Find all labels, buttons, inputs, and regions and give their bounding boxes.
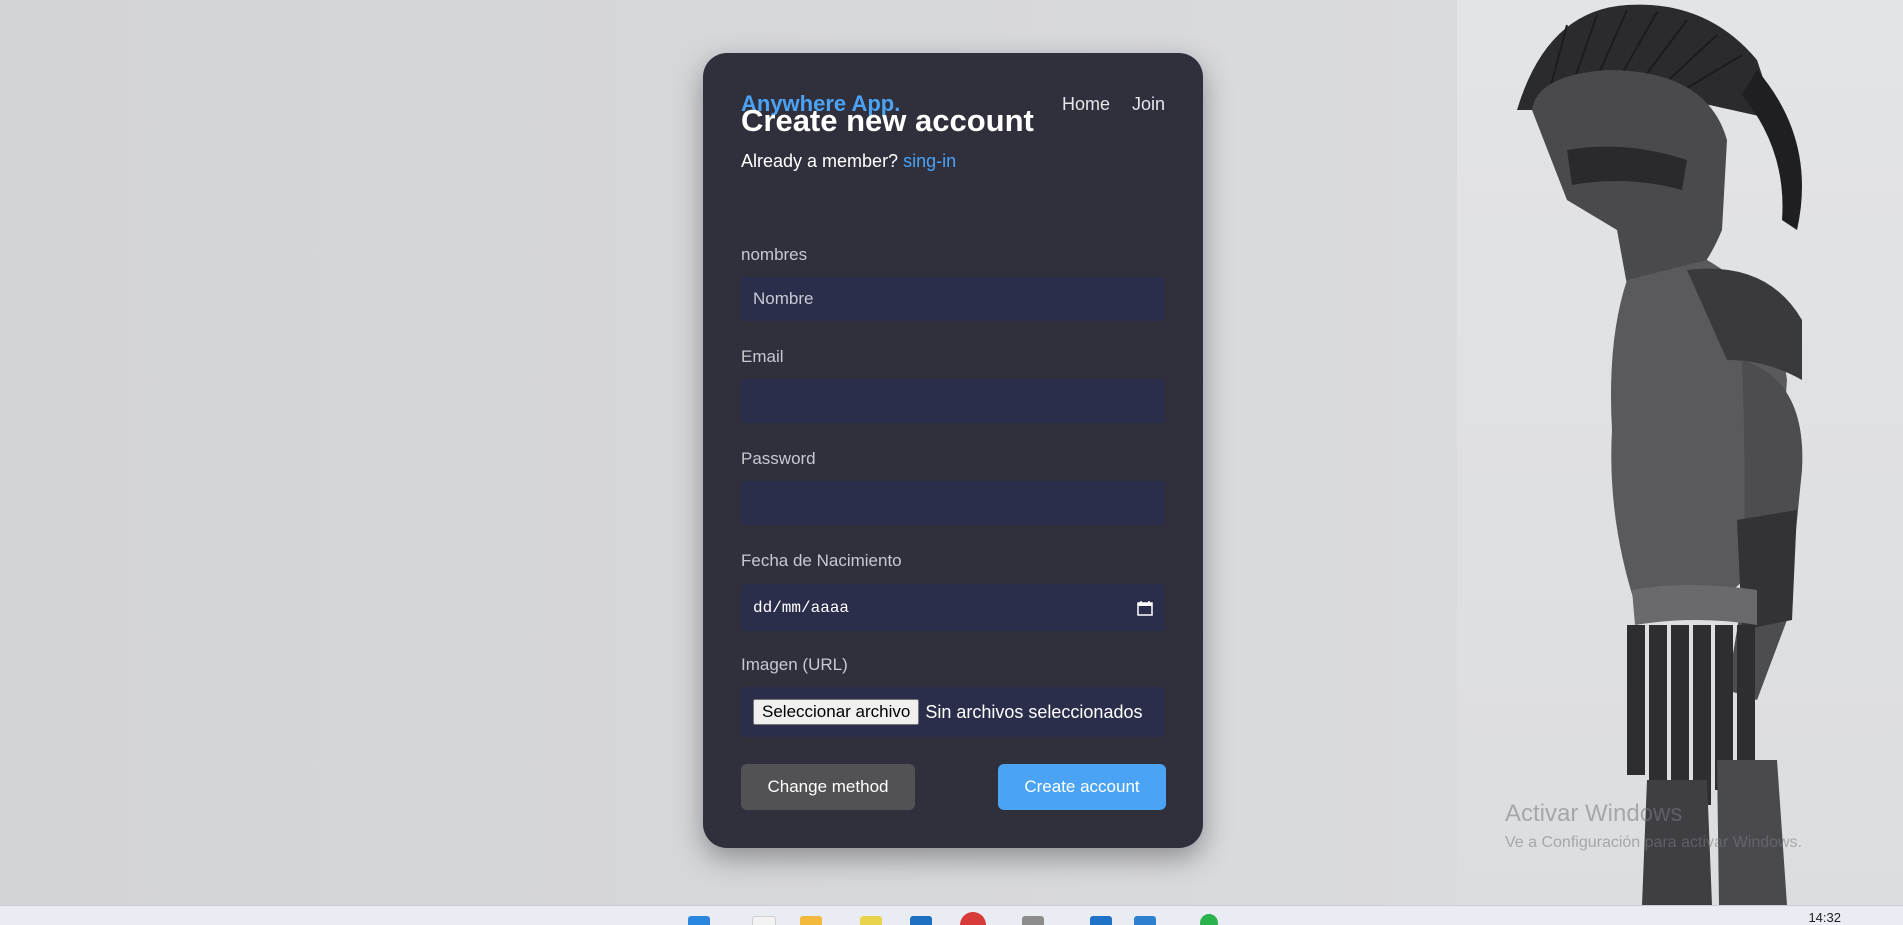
calendar-icon[interactable] — [1137, 600, 1153, 616]
change-method-button[interactable]: Change method — [741, 764, 915, 810]
warrior-illustration — [1457, 0, 1903, 905]
calendar-app-icon[interactable] — [1134, 916, 1156, 925]
birthdate-input[interactable]: dd/mm/aaaa — [741, 584, 1165, 631]
check-icon[interactable] — [1200, 914, 1218, 925]
birthdate-placeholder: dd/mm/aaaa — [753, 598, 850, 617]
name-input[interactable] — [741, 277, 1165, 321]
start-icon[interactable] — [688, 916, 710, 925]
birthdate-label: Fecha de Nacimiento — [741, 551, 902, 570]
vscode-icon[interactable] — [1090, 916, 1112, 925]
nav-links: Home Join — [1062, 94, 1165, 115]
watermark-subtitle: Ve a Configuración para activar Windows. — [1505, 834, 1803, 851]
watermark-title: Activar Windows — [1505, 800, 1683, 827]
name-label: nombres — [741, 245, 808, 264]
windows-activation-watermark: Activar Windows Ve a Configuración para … — [1505, 800, 1802, 852]
email-input[interactable] — [741, 379, 1165, 423]
create-account-button[interactable]: Create account — [998, 764, 1166, 810]
nav-join-link[interactable]: Join — [1132, 94, 1165, 115]
page: Activar Windows Ve a Configuración para … — [0, 0, 1903, 925]
email-label: Email — [741, 347, 784, 366]
member-prompt-text: Already a member? — [741, 151, 899, 171]
image-label: Imagen (URL) — [741, 655, 848, 674]
select-file-button[interactable]: Seleccionar archivo — [753, 699, 920, 725]
browser-icon[interactable] — [960, 912, 986, 925]
app-icon-gray[interactable] — [1022, 916, 1044, 925]
password-input[interactable] — [741, 481, 1165, 525]
app-icon[interactable] — [860, 916, 882, 925]
nav-home-link[interactable]: Home — [1062, 94, 1110, 115]
taskbar: 14:32 — [0, 905, 1903, 925]
signin-link[interactable]: sing-in — [903, 151, 956, 171]
file-status: Sin archivos seleccionados — [925, 701, 1143, 722]
password-label: Password — [741, 449, 816, 468]
mail-icon[interactable] — [910, 916, 932, 925]
page-title: Create new account — [741, 103, 1034, 138]
search-icon[interactable] — [752, 916, 776, 925]
signup-card: Anywhere App. Home Join Create new accou… — [703, 53, 1203, 848]
file-explorer-icon[interactable] — [800, 916, 822, 925]
taskbar-clock[interactable]: 14:32 — [1808, 910, 1841, 925]
image-file-input[interactable]: Seleccionar archivo Sin archivos selecci… — [741, 687, 1165, 737]
member-prompt: Already a member? sing-in — [741, 151, 956, 172]
